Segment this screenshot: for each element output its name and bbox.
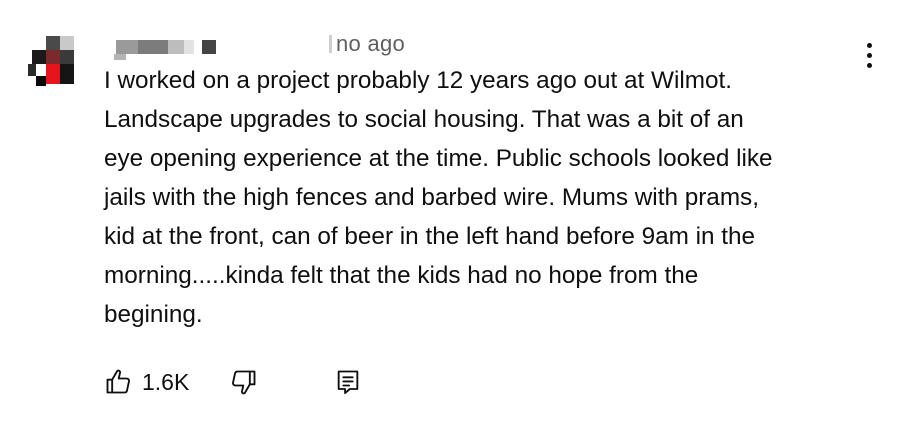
like-button[interactable]: 1.6K — [104, 366, 189, 398]
redaction-block — [114, 54, 126, 60]
timestamp-text: no ago — [336, 31, 406, 56]
avatar-pixel — [28, 64, 36, 76]
comment-actions: 1.6K — [104, 366, 404, 398]
redaction-edge — [329, 35, 332, 53]
vertical-ellipsis-icon — [866, 42, 872, 48]
author-name-redacted[interactable] — [110, 36, 220, 60]
reply-button[interactable] — [332, 366, 364, 398]
thumbs-up-icon — [106, 369, 130, 394]
redaction-block — [184, 40, 194, 54]
avatar-pixel — [46, 64, 60, 84]
avatar-pixel — [36, 76, 46, 86]
avatar-pixel — [60, 36, 74, 50]
vertical-ellipsis-icon — [866, 52, 872, 58]
thumbs-down-icon — [232, 370, 256, 395]
avatar-pixel — [46, 36, 60, 50]
like-count: 1.6K — [142, 368, 190, 395]
avatar-pixel — [46, 50, 60, 64]
comment-timestamp[interactable]: no ago — [329, 30, 405, 58]
avatar[interactable] — [28, 36, 80, 88]
redaction-block — [116, 40, 138, 54]
avatar-pixel — [60, 50, 74, 64]
redaction-block — [138, 40, 168, 54]
dislike-button[interactable] — [228, 366, 260, 398]
avatar-pixel — [60, 64, 74, 84]
comment-text: I worked on a project probably 12 years … — [104, 67, 773, 328]
comment-reply-icon — [337, 370, 359, 395]
redaction-block — [168, 40, 184, 54]
redaction-block — [202, 40, 216, 54]
avatar-pixel — [32, 50, 46, 64]
